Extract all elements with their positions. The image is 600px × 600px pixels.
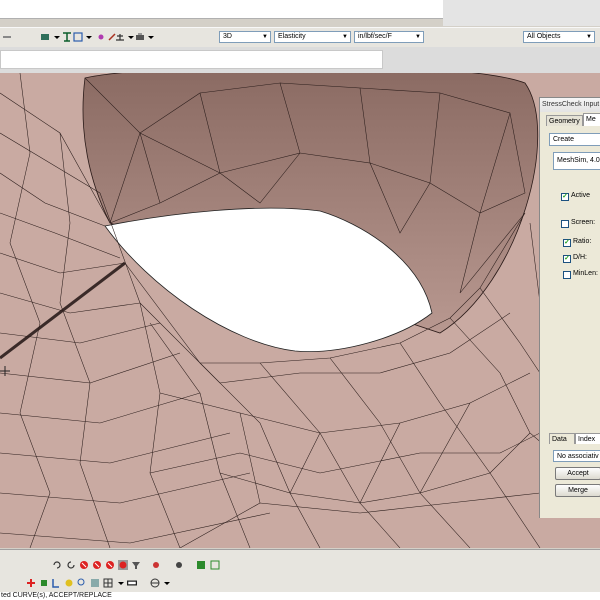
mesh-render xyxy=(0,73,600,548)
zoom-icon[interactable] xyxy=(77,578,87,588)
screen-label: Screen: xyxy=(571,219,596,226)
stop-icon[interactable] xyxy=(105,560,115,570)
chevron-down-icon: ▼ xyxy=(415,34,421,40)
analysis-type-select[interactable]: Elasticity ▼ xyxy=(274,31,351,43)
grid-icon[interactable] xyxy=(90,578,100,588)
point-icon[interactable] xyxy=(96,32,106,42)
filter-icon[interactable] xyxy=(131,560,141,570)
dh-checkbox[interactable]: ✓ xyxy=(563,255,571,263)
association-field: No associativ xyxy=(553,450,600,462)
display-mode-icon[interactable] xyxy=(127,578,137,588)
status-bar: ted CURVE(s), ACCEPT/REPLACE xyxy=(0,592,600,600)
units-select[interactable]: in/lbf/sec/F ▼ xyxy=(354,31,424,43)
chevron-down-icon: ▼ xyxy=(586,34,592,40)
units-value: in/lbf/sec/F xyxy=(358,33,392,40)
load-icon[interactable] xyxy=(151,560,161,570)
view-mode-select[interactable]: 3D ▼ xyxy=(219,31,271,43)
analysis-type-value: Elasticity xyxy=(278,33,306,40)
dropdown-arrow-icon[interactable] xyxy=(84,32,94,42)
model-viewport[interactable] xyxy=(0,73,600,548)
dropdown-arrow-icon[interactable] xyxy=(146,32,156,42)
minlen-checkbox[interactable] xyxy=(563,271,571,279)
refresh-icon[interactable] xyxy=(66,560,76,570)
cursor-crosshair-icon xyxy=(0,366,10,376)
stresscheck-input-panel: StressCheck Input Geometry Me Create Mes… xyxy=(539,97,600,518)
edit-icon[interactable] xyxy=(210,560,220,570)
rotate-icon[interactable] xyxy=(52,560,62,570)
panel-title: StressCheck Input xyxy=(540,98,600,112)
minlen-label: MinLen: xyxy=(573,270,598,277)
active-label: Active xyxy=(571,192,591,199)
tab-index[interactable]: Index xyxy=(575,433,600,444)
top-right-area xyxy=(443,0,600,26)
chevron-down-icon: ▼ xyxy=(262,34,268,40)
boundary-icon[interactable] xyxy=(73,32,83,42)
text-tool-icon[interactable] xyxy=(62,32,72,42)
screen-checkbox[interactable] xyxy=(561,220,569,228)
circle-icon[interactable] xyxy=(64,578,74,588)
table-icon[interactable] xyxy=(103,578,113,588)
selection-toolbar xyxy=(0,574,600,592)
ratio-checkbox[interactable]: ✓ xyxy=(563,239,571,247)
mesh-check-icon[interactable] xyxy=(196,560,206,570)
stop-icon[interactable] xyxy=(79,560,89,570)
active-checkbox[interactable]: ✓ xyxy=(561,193,569,201)
merge-button[interactable]: Merge xyxy=(555,484,600,497)
tab-mesh[interactable]: Me xyxy=(583,113,600,126)
constraint-icon[interactable] xyxy=(174,560,184,570)
print-icon[interactable] xyxy=(135,32,145,42)
top-message-area xyxy=(0,0,444,19)
action-select[interactable]: Create xyxy=(549,133,600,146)
tab-geometry[interactable]: Geometry xyxy=(546,115,583,126)
grip-icon xyxy=(3,36,11,38)
main-toolbar: 3D ▼ Elasticity ▼ in/lbf/sec/F ▼ All Obj… xyxy=(0,27,600,48)
chevron-down-icon: ▼ xyxy=(342,34,348,40)
dropdown-arrow-icon[interactable] xyxy=(116,578,126,588)
constraint-icon[interactable] xyxy=(115,32,125,42)
stop-selected-icon[interactable] xyxy=(118,560,128,570)
globe-icon[interactable] xyxy=(150,578,160,588)
dropdown-arrow-icon[interactable] xyxy=(52,32,62,42)
view-toolbar xyxy=(0,549,600,575)
dropdown-arrow-icon[interactable] xyxy=(162,578,172,588)
stop-icon[interactable] xyxy=(92,560,102,570)
object-filter-select[interactable]: All Objects ▼ xyxy=(523,31,595,43)
dh-label: D/H: xyxy=(573,254,587,261)
node-icon[interactable] xyxy=(39,578,49,588)
tab-data[interactable]: Data xyxy=(549,433,575,444)
solid-icon[interactable] xyxy=(40,32,50,42)
object-filter-value: All Objects xyxy=(527,33,561,40)
accept-button[interactable]: Accept xyxy=(555,467,600,480)
ratio-label: Ratio: xyxy=(573,238,592,245)
plus-icon[interactable] xyxy=(26,578,36,588)
mesher-select[interactable]: MeshSim, 4.0 xyxy=(553,152,600,170)
command-input[interactable] xyxy=(0,50,383,69)
line-icon[interactable] xyxy=(51,578,61,588)
view-mode-value: 3D xyxy=(223,33,232,40)
